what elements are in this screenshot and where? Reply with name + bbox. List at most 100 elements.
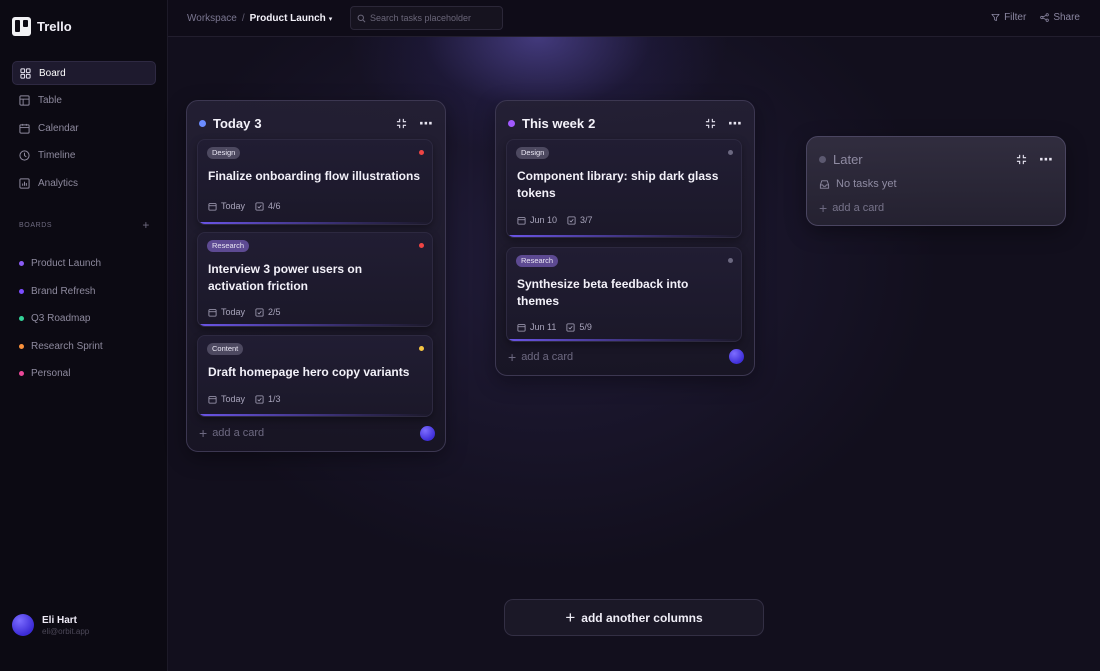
breadcrumb-workspace[interactable]: Workspace — [187, 13, 237, 24]
board-item-label: Product Launch — [31, 258, 102, 270]
board-item-product-launch[interactable]: Product Launch — [19, 250, 103, 278]
board-item-q3-roadmap[interactable]: Q3 Roadmap — [19, 305, 103, 333]
priority-dot — [728, 150, 733, 155]
board-color-dot — [19, 261, 24, 267]
sidebar-item-label: Timeline — [38, 150, 76, 161]
user-name: Eli Hart — [42, 614, 78, 626]
share-icon — [1040, 13, 1050, 22]
calendar-icon — [517, 216, 526, 225]
sidebar-item-label: Calendar — [38, 122, 79, 134]
board-canvas: Today 3 ⋯ Design Finalize onboarding flo… — [168, 37, 1100, 671]
card-meta: Today 4/6 — [208, 201, 281, 211]
topbar: Workspace / Product Launch ▾ Filter Shar… — [168, 0, 1100, 37]
empty-state: No tasks yet — [819, 178, 897, 190]
column-title[interactable]: Later — [833, 152, 863, 167]
card-tag: Research — [207, 240, 250, 252]
sidebar-item-label: Analytics — [38, 177, 79, 189]
sidebar-item-analytics[interactable]: Analytics — [12, 171, 156, 195]
top-actions: Filter Share — [991, 12, 1080, 23]
board-icon — [20, 67, 31, 79]
sidebar-item-table[interactable]: Table — [12, 89, 156, 113]
board-item-label: Personal — [31, 368, 71, 380]
analytics-icon — [19, 177, 30, 189]
board-item-brand-refresh[interactable]: Brand Refresh — [19, 278, 103, 306]
checklist-icon — [567, 215, 576, 225]
card-due-date: Jun 10 — [530, 215, 558, 225]
card-checklist: 4/6 — [268, 201, 281, 211]
card-title: Synthesize beta feedback into themes — [517, 277, 689, 308]
plus-icon: + — [819, 200, 828, 216]
board-item-label: Research Sprint — [31, 340, 103, 352]
card-checklist: 3/7 — [580, 215, 593, 225]
priority-dot — [728, 258, 733, 263]
brand[interactable]: Trello — [12, 17, 72, 36]
share-label: Share — [1053, 12, 1080, 23]
search-input[interactable] — [370, 13, 500, 23]
calendar-icon — [208, 202, 217, 211]
search-box[interactable] — [350, 6, 503, 30]
task-card[interactable]: Research Synthesize beta feedback into t… — [506, 247, 742, 342]
breadcrumb: Workspace / Product Launch ▾ — [187, 13, 332, 24]
sidebar-item-timeline[interactable]: Timeline — [12, 144, 156, 168]
card-due-date: Today — [221, 394, 246, 404]
column-header: Today 3 ⋯ — [199, 115, 433, 131]
plus-icon: + — [565, 607, 576, 627]
filter-button[interactable]: Filter — [991, 12, 1026, 23]
task-card[interactable]: Content Draft homepage hero copy variant… — [197, 335, 433, 417]
add-card-button[interactable]: + add a card — [508, 349, 573, 365]
card-title: Interview 3 power users on activation fr… — [208, 262, 363, 293]
more-options-icon[interactable]: ⋯ — [1039, 152, 1053, 166]
card-due-date: Today — [221, 307, 246, 317]
priority-dot — [419, 346, 424, 351]
avatar[interactable] — [729, 349, 744, 364]
share-button[interactable]: Share — [1040, 12, 1080, 23]
collapse-icon[interactable] — [1016, 154, 1027, 165]
boards-heading-label: BOARDS — [19, 221, 53, 229]
task-card[interactable]: Design Finalize onboarding flow illustra… — [197, 139, 433, 225]
board-switcher[interactable]: Product Launch ▾ — [250, 13, 333, 24]
sidebar-item-label: Board — [39, 67, 66, 79]
collapse-icon[interactable] — [396, 118, 407, 129]
collapse-icon[interactable] — [705, 118, 716, 129]
search-icon — [357, 14, 366, 23]
board-item-personal[interactable]: Personal — [19, 360, 103, 388]
add-card-button[interactable]: + add a card — [199, 426, 264, 440]
more-options-icon[interactable]: ⋯ — [419, 116, 433, 130]
column-color-dot — [508, 119, 515, 127]
column-later: Later ⋯ No tasks yet + add a card — [806, 136, 1066, 226]
sidebar-item-calendar[interactable]: Calendar — [12, 116, 156, 140]
user-profile[interactable]: Eli Hart eli@orbit.app — [12, 614, 89, 636]
add-board-button[interactable]: + — [142, 219, 150, 231]
app-name: Trello — [37, 19, 72, 34]
calendar-icon — [208, 308, 217, 317]
checklist-icon — [255, 307, 264, 317]
timeline-icon — [19, 150, 30, 161]
checklist-icon — [255, 394, 264, 404]
boards-list: Product Launch Brand Refresh Q3 Roadmap … — [19, 250, 103, 388]
add-column-label: add another columns — [581, 610, 703, 625]
add-column-button[interactable]: + add another columns — [504, 599, 764, 636]
avatar[interactable] — [420, 426, 435, 441]
more-options-icon[interactable]: ⋯ — [728, 116, 742, 130]
card-meta: Today 1/3 — [208, 394, 281, 404]
plus-icon: + — [508, 349, 517, 365]
add-card-label: add a card — [832, 202, 885, 214]
board-item-research-sprint[interactable]: Research Sprint — [19, 333, 103, 361]
task-card[interactable]: Research Interview 3 power users on acti… — [197, 232, 433, 327]
column-header: This week 2 ⋯ — [508, 115, 742, 131]
sidebar-item-board[interactable]: Board — [12, 61, 156, 85]
board-color-dot — [19, 316, 24, 322]
add-card-button[interactable]: + add a card — [819, 200, 885, 216]
card-tag: Content — [207, 343, 244, 355]
column-header: Later ⋯ — [819, 151, 1053, 167]
task-card[interactable]: Design Component library: ship dark glas… — [506, 139, 742, 238]
column-this-week: This week 2 ⋯ Design Component library: … — [495, 100, 755, 376]
priority-dot — [419, 150, 424, 155]
card-tag: Design — [207, 147, 241, 159]
card-checklist: 2/5 — [268, 307, 281, 317]
user-email: eli@orbit.app — [42, 626, 90, 636]
column-title[interactable]: This week — [522, 116, 584, 131]
card-due-date: Today — [221, 201, 246, 211]
column-title[interactable]: Today — [213, 116, 250, 131]
sidebar-nav: Board Table Calendar Timeline Analytics — [12, 61, 156, 199]
